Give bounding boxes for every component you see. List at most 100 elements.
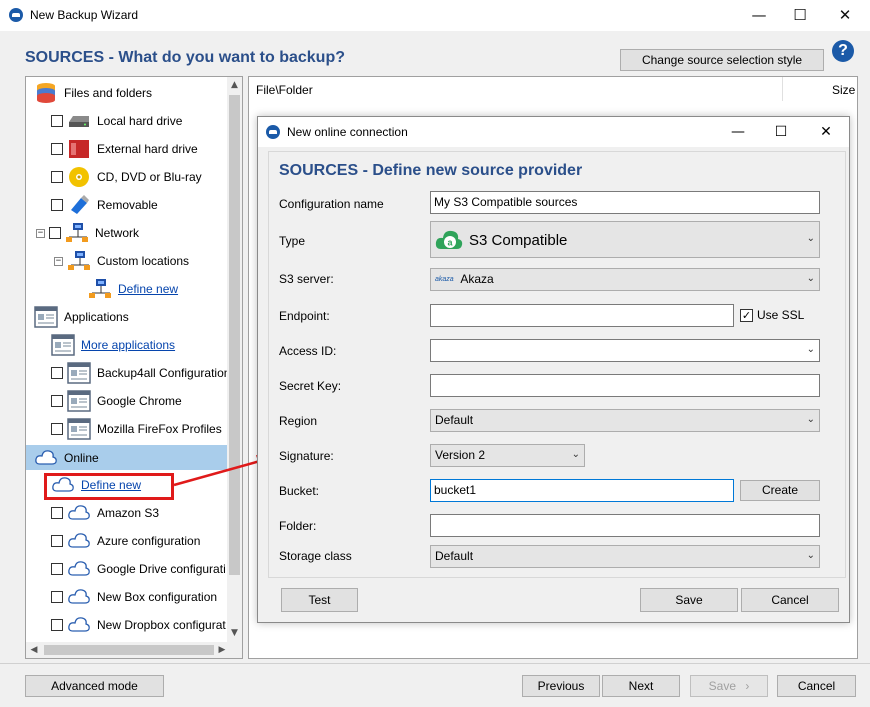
access-id-input[interactable]: ⌄: [430, 339, 820, 362]
checkbox[interactable]: [49, 227, 61, 239]
chevron-down-icon: ⌄: [806, 273, 815, 284]
config-name-label: Configuration name: [279, 197, 384, 211]
checkbox[interactable]: [51, 535, 63, 547]
footer-save-button[interactable]: Save ›: [690, 675, 768, 697]
more-applications-link[interactable]: More applications: [81, 338, 175, 352]
use-ssl-checkbox[interactable]: ✓ Use SSL: [740, 308, 804, 322]
checkbox[interactable]: [51, 563, 63, 575]
tree-item-label: Amazon S3: [97, 506, 160, 520]
tree-item-label: External hard drive: [97, 142, 198, 156]
footer-cancel-button[interactable]: Cancel: [777, 675, 856, 697]
scrollbar-thumb[interactable]: [44, 645, 214, 655]
cloud-icon: [67, 502, 91, 524]
tree-item-new-box-configuration[interactable]: New Box configuration: [51, 585, 242, 609]
config-name-input[interactable]: My S3 Compatible sources: [430, 191, 820, 214]
dialog-minimize-button[interactable]: —: [716, 117, 760, 147]
column-header-size[interactable]: Size: [832, 83, 855, 97]
advanced-mode-button[interactable]: Advanced mode: [25, 675, 164, 697]
endpoint-input[interactable]: [430, 304, 734, 327]
tree-item-new-dropbox-configuration[interactable]: New Dropbox configurat: [51, 613, 242, 637]
chevron-down-icon: ⌄: [806, 550, 815, 561]
scroll-down-icon[interactable]: ▼: [227, 625, 242, 641]
help-icon[interactable]: ?: [832, 40, 854, 62]
test-button[interactable]: Test: [281, 588, 358, 612]
application-icon: [51, 334, 75, 356]
tree-item-files-and-folders[interactable]: Files and folders: [34, 81, 237, 105]
application-icon: [67, 390, 91, 412]
tree-item-google-drive-configuration[interactable]: Google Drive configurati: [51, 557, 242, 581]
checkbox[interactable]: [51, 507, 63, 519]
previous-button[interactable]: Previous: [522, 675, 600, 697]
define-new-network-link[interactable]: Define new: [118, 282, 178, 296]
tree-item-google-chrome[interactable]: Google Chrome: [51, 389, 242, 413]
next-button[interactable]: Next: [602, 675, 680, 697]
type-select[interactable]: a S3 Compatible ⌄: [430, 221, 820, 258]
tree-item-applications[interactable]: Applications: [34, 305, 237, 329]
create-bucket-button[interactable]: Create: [740, 480, 820, 501]
dialog-close-button[interactable]: ✕: [804, 117, 848, 147]
checkbox[interactable]: [51, 591, 63, 603]
checkbox[interactable]: [51, 199, 63, 211]
tree-item-cd-dvd[interactable]: CD, DVD or Blu-ray: [51, 165, 242, 189]
scrollbar-thumb[interactable]: [229, 95, 240, 575]
maximize-button[interactable]: ☐: [778, 0, 822, 31]
scroll-right-icon[interactable]: ▶: [214, 642, 230, 658]
new-online-connection-dialog: New online connection — ☐ ✕ SOURCES - De…: [257, 116, 850, 623]
checkbox[interactable]: [51, 143, 63, 155]
cloud-icon: [67, 558, 91, 580]
tree-item-custom-locations[interactable]: − Custom locations: [54, 249, 242, 273]
scroll-up-icon[interactable]: ▲: [227, 77, 242, 93]
tree-item-local-hard-drive[interactable]: Local hard drive: [51, 109, 242, 133]
collapse-icon[interactable]: −: [36, 228, 45, 238]
secret-key-input[interactable]: [430, 374, 820, 397]
chevron-right-icon: ›: [745, 679, 750, 693]
checkbox[interactable]: [51, 395, 63, 407]
tree-item-label: Mozilla FireFox Profiles: [97, 422, 222, 436]
bucket-input[interactable]: bucket1: [430, 479, 734, 502]
chevron-down-icon: ⌄: [806, 344, 815, 355]
close-button[interactable]: ✕: [823, 0, 867, 31]
tree-item-label: Files and folders: [64, 86, 153, 100]
tree-item-define-new-network[interactable]: Define new: [88, 277, 242, 301]
tree-item-network[interactable]: − Network: [36, 221, 239, 245]
tree-item-amazon-s3[interactable]: Amazon S3: [51, 501, 242, 525]
s3-server-select[interactable]: akaza Akaza ⌄: [430, 268, 820, 291]
endpoint-label: Endpoint:: [279, 309, 330, 323]
column-header-file-folder[interactable]: File\Folder: [256, 83, 313, 97]
minimize-button[interactable]: —: [737, 0, 781, 31]
tree-vertical-scrollbar[interactable]: ▲ ▼: [227, 77, 242, 643]
tree-item-label: Removable: [97, 198, 158, 212]
dialog-cancel-button[interactable]: Cancel: [741, 588, 839, 612]
tree-item-label: Applications: [64, 310, 129, 324]
application-icon: [34, 306, 58, 328]
checkbox[interactable]: [51, 171, 63, 183]
tree-item-backup4all-configuration[interactable]: Backup4all Configuration: [51, 361, 242, 385]
footer-save-label: Save: [708, 679, 736, 693]
tree-horizontal-scrollbar[interactable]: ◀ ▶: [26, 642, 242, 658]
collapse-icon[interactable]: −: [54, 256, 63, 266]
tree-item-external-hard-drive[interactable]: External hard drive: [51, 137, 242, 161]
folder-input[interactable]: [430, 514, 820, 537]
secret-key-label: Secret Key:: [279, 379, 342, 393]
tree-item-label: Google Chrome: [97, 394, 182, 408]
tree-item-more-applications[interactable]: More applications: [51, 333, 242, 357]
type-label: Type: [279, 234, 306, 248]
dialog-maximize-button[interactable]: ☐: [759, 117, 803, 147]
region-select[interactable]: Default ⌄: [430, 409, 820, 432]
checkbox[interactable]: [51, 367, 63, 379]
external-drive-icon: [67, 138, 91, 160]
checkbox[interactable]: [51, 619, 63, 631]
dialog-save-button[interactable]: Save: [640, 588, 738, 612]
column-divider[interactable]: [782, 77, 783, 101]
checkbox[interactable]: [51, 115, 63, 127]
folder-label: Folder:: [279, 519, 317, 533]
checkbox[interactable]: [51, 423, 63, 435]
tree-item-mozilla-firefox-profiles[interactable]: Mozilla FireFox Profiles: [51, 417, 242, 441]
storage-class-select[interactable]: Default ⌄: [430, 545, 820, 568]
tree-item-azure-configuration[interactable]: Azure configuration: [51, 529, 242, 553]
cloud-icon: [67, 586, 91, 608]
tree-item-removable[interactable]: Removable: [51, 193, 242, 217]
scroll-left-icon[interactable]: ◀: [26, 642, 42, 658]
signature-select[interactable]: Version 2 ⌄: [430, 444, 585, 467]
change-source-style-button[interactable]: Change source selection style: [620, 49, 824, 71]
